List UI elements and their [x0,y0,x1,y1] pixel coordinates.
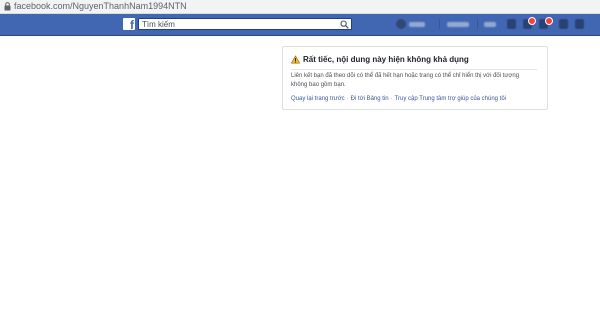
home-link[interactable] [447,22,469,27]
warning-icon [291,55,300,64]
notification-badge [545,17,553,25]
notification-badge [528,17,536,25]
browser-address-bar: facebook.com/NguyenThanhNam1994NTN [0,0,600,14]
friend-requests-icon[interactable] [507,19,516,29]
facebook-top-bar: f Tìm kiếm [0,14,600,36]
profile-name[interactable] [409,22,425,27]
back-link[interactable]: Quay lại trang trước [291,96,345,102]
content-unavailable-card: Rất tiếc, nội dung này hiện không khả dụ… [282,46,548,110]
quick-help-icon[interactable] [559,19,568,29]
nav-separator [439,19,440,29]
error-title: Rất tiếc, nội dung này hiện không khả dụ… [303,55,469,64]
help-center-link[interactable]: Truy cập Trung tâm trợ giúp của chúng tô… [395,96,506,102]
facebook-logo[interactable]: f [123,18,135,30]
nav-separator [477,19,478,29]
search-box[interactable]: Tìm kiếm [138,18,352,30]
divider [291,69,537,70]
lock-icon [4,2,11,11]
news-feed-link[interactable]: Đi tới Bảng tin [351,96,389,102]
search-icon[interactable] [340,20,349,29]
search-input[interactable]: Tìm kiếm [142,19,175,30]
account-menu-icon[interactable] [575,19,584,29]
create-link[interactable] [484,22,496,27]
error-message: Liên kết bạn đã theo dõi có thể đã hết h… [291,73,520,88]
profile-avatar[interactable] [396,19,406,29]
error-links: Quay lại trang trước · Đi tới Bảng tin · Tru… [291,95,506,103]
address-url[interactable]: facebook.com/NguyenThanhNam1994NTN [14,1,187,12]
